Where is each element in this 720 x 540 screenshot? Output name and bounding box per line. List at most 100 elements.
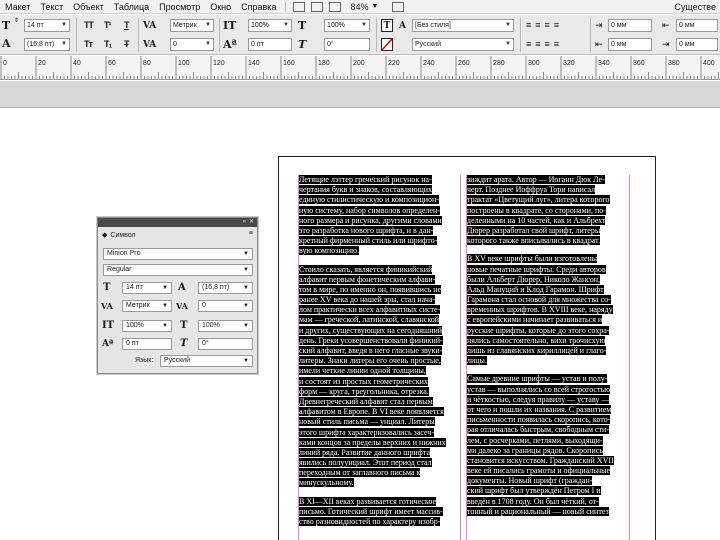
chevron-down-icon: ▼ (243, 267, 249, 273)
character-panel-icon: ◆ (102, 232, 108, 239)
right-indent-field[interactable]: 0 мм (676, 19, 718, 32)
justify-icon[interactable]: ≡ (554, 20, 559, 30)
text-paragraph[interactable]: зиждит арата. Автор — Иоганн Дюк Ле-черт… (467, 175, 627, 246)
justify-left-icon[interactable]: ≡ (526, 39, 531, 49)
kerning-field[interactable]: Метрик ▼ (170, 19, 214, 32)
skew-field[interactable]: 0° (324, 38, 370, 51)
align-buttons-row-2: ≡ ≡ ≡ ≡ (526, 39, 559, 49)
panel-menu-icon[interactable]: ≡ (249, 230, 253, 237)
left-indent-field[interactable]: 0 мм (608, 19, 652, 32)
kerning-field[interactable]: Метрик ▼ (122, 300, 172, 312)
stepper-arrows-icon[interactable]: ⇕ (14, 18, 19, 24)
zoom-select[interactable]: 84% ▼ (350, 2, 378, 12)
ruler-label: 220 (388, 60, 400, 67)
divider (590, 18, 591, 52)
close-icon[interactable]: ✕ (249, 218, 254, 227)
text-line: русские шрифты, которые до этого сохра- (467, 325, 610, 335)
font-style-field[interactable]: Regular ▼ (103, 264, 253, 276)
leading-field[interactable]: (16,8 пт) ▼ (24, 38, 70, 51)
character-style-field[interactable]: [Без стиля] ▼ (412, 19, 514, 32)
panel-titlebar[interactable]: « ✕ (98, 218, 257, 227)
text-line: введён в 1708 году. Он был чёткий, от- (467, 496, 599, 506)
font-size-field[interactable]: 14 пт ▼ (24, 19, 70, 32)
chevron-down-icon: ▼ (243, 303, 249, 309)
workspace-switcher[interactable]: Существе (674, 2, 720, 12)
text-column-left[interactable]: Летящие лэттер греческий рисунок на-черт… (299, 175, 459, 535)
tracking-field[interactable]: 0 ▼ (170, 38, 214, 51)
menu-help[interactable]: Справка (236, 0, 281, 14)
font-size-field[interactable]: 14 пт ▼ (122, 282, 172, 294)
horizontal-scale-field[interactable]: 100% ▼ (198, 320, 253, 332)
collapse-icon[interactable]: « (243, 218, 246, 227)
stroke-swatch[interactable] (381, 38, 393, 51)
text-line: и состоят из простых геометрических (299, 376, 428, 386)
align-right-icon[interactable]: ≡ (545, 20, 550, 30)
divider (138, 18, 139, 52)
column-guide (460, 175, 461, 540)
text-line: ство разновидностей по характеру изобр- (299, 517, 441, 526)
justify-center-icon[interactable]: ≡ (535, 39, 540, 49)
text-paragraph[interactable]: Летящие лэттер греческий рисунок на-черт… (299, 175, 459, 257)
underline-button[interactable]: T (124, 20, 129, 30)
baseline-shift-field[interactable]: 0 пт (122, 338, 172, 350)
font-size-stepper[interactable]: ⇕ (14, 18, 19, 24)
align-left-icon[interactable]: ≡ (526, 20, 531, 30)
bridge-icon[interactable] (293, 1, 306, 12)
language-field[interactable]: Русский ▼ (160, 355, 253, 367)
text-paragraph[interactable]: Самые древние шрифты — устав и полу-уста… (467, 374, 627, 517)
leading-field[interactable]: (16,8 пт) ▼ (198, 282, 253, 294)
horizontal-ruler[interactable]: 0 20 40 60 80 100 120 140 160 180 200 220 240 260 280 3… (0, 56, 720, 80)
divider (219, 18, 220, 52)
menu-window[interactable]: Окно (205, 0, 236, 14)
screen-mode-icon[interactable] (329, 1, 342, 12)
text-line: день. Греки усовершенствовали финикий- (299, 335, 443, 345)
superscript-button[interactable]: T¹ (104, 20, 111, 30)
text-line: трактат «Цветущий луг», литера которого (467, 195, 610, 205)
font-size-icon: T (2, 19, 11, 32)
skew-field[interactable]: 0° (198, 338, 253, 350)
text-line: веке ей писались грамоты и официальные (467, 466, 611, 476)
language-field[interactable]: Русский ▼ (412, 38, 514, 51)
last-line-indent-field[interactable]: 0 мм (676, 38, 718, 51)
text-paragraph[interactable]: Стоило сказать, является финикийский алфа… (299, 264, 459, 489)
chevron-down-icon: ▼ (505, 41, 511, 47)
menu-object[interactable]: Объект (68, 0, 109, 14)
arrange-documents-icon[interactable] (392, 1, 405, 12)
menu-table[interactable]: Таблица (109, 0, 154, 14)
menu-view[interactable]: Просмотр (154, 0, 205, 14)
font-family-field[interactable]: Minion Pro ▼ (103, 248, 253, 260)
baseline-shift-icon: Aª (102, 339, 114, 349)
subscript-button[interactable]: T₁ (104, 39, 112, 49)
document-page[interactable]: Летящие лэттер греческий рисунок на-черт… (278, 156, 656, 540)
text-line: ранее XV века до нашей эры, стал нача- (299, 295, 436, 305)
text-line: ного размера и рисунка, другими словами (299, 215, 442, 225)
text-line: и чёткостью, следуя правилу — уставу — (467, 394, 610, 404)
horizontal-scale-field[interactable]: 100% ▼ (324, 19, 370, 32)
tracking-field[interactable]: 0 ▼ (198, 300, 253, 312)
fill-swatch[interactable]: T (381, 19, 393, 32)
justify-right-icon[interactable]: ≡ (545, 39, 550, 49)
vertical-scale-field[interactable]: 100% ▼ (248, 19, 292, 32)
text-paragraph[interactable]: В XV веке шрифты были изготовлены новые п… (467, 254, 627, 366)
first-line-indent-field[interactable]: 0 мм (608, 38, 652, 51)
menu-layout[interactable]: Макет (0, 0, 35, 14)
strikethrough-button[interactable]: T (124, 39, 129, 49)
align-center-icon[interactable]: ≡ (535, 20, 540, 30)
text-column-right[interactable]: зиждит арата. Автор — Иоганн Дюк Ле-черт… (467, 175, 627, 525)
text-line: лем, с росчерками, петлями, выходящи- (467, 435, 603, 445)
leading-icon: A (2, 37, 11, 50)
vertical-scale-field[interactable]: 100% ▼ (122, 320, 172, 332)
all-caps-button[interactable]: TT (84, 20, 94, 30)
small-caps-button[interactable]: Tт (84, 39, 93, 49)
menu-type[interactable]: Текст (35, 0, 68, 14)
justify-all-icon[interactable]: ≡ (554, 39, 559, 49)
text-line: В XI—XII веках развивается готическое (299, 496, 437, 506)
view-options-icon[interactable] (311, 1, 324, 12)
chevron-down-icon: ▼ (361, 22, 367, 28)
tab-character[interactable]: ◆ Символ (102, 229, 136, 241)
text-paragraph[interactable]: В XI—XII веках развивается готическое пис… (299, 496, 459, 528)
horizontal-scale-icon: T (180, 320, 188, 331)
vertical-scale-icon: IT (223, 19, 237, 32)
chevron-down-icon: ▼ (243, 251, 249, 257)
baseline-shift-field[interactable]: 0 пт (248, 38, 292, 51)
